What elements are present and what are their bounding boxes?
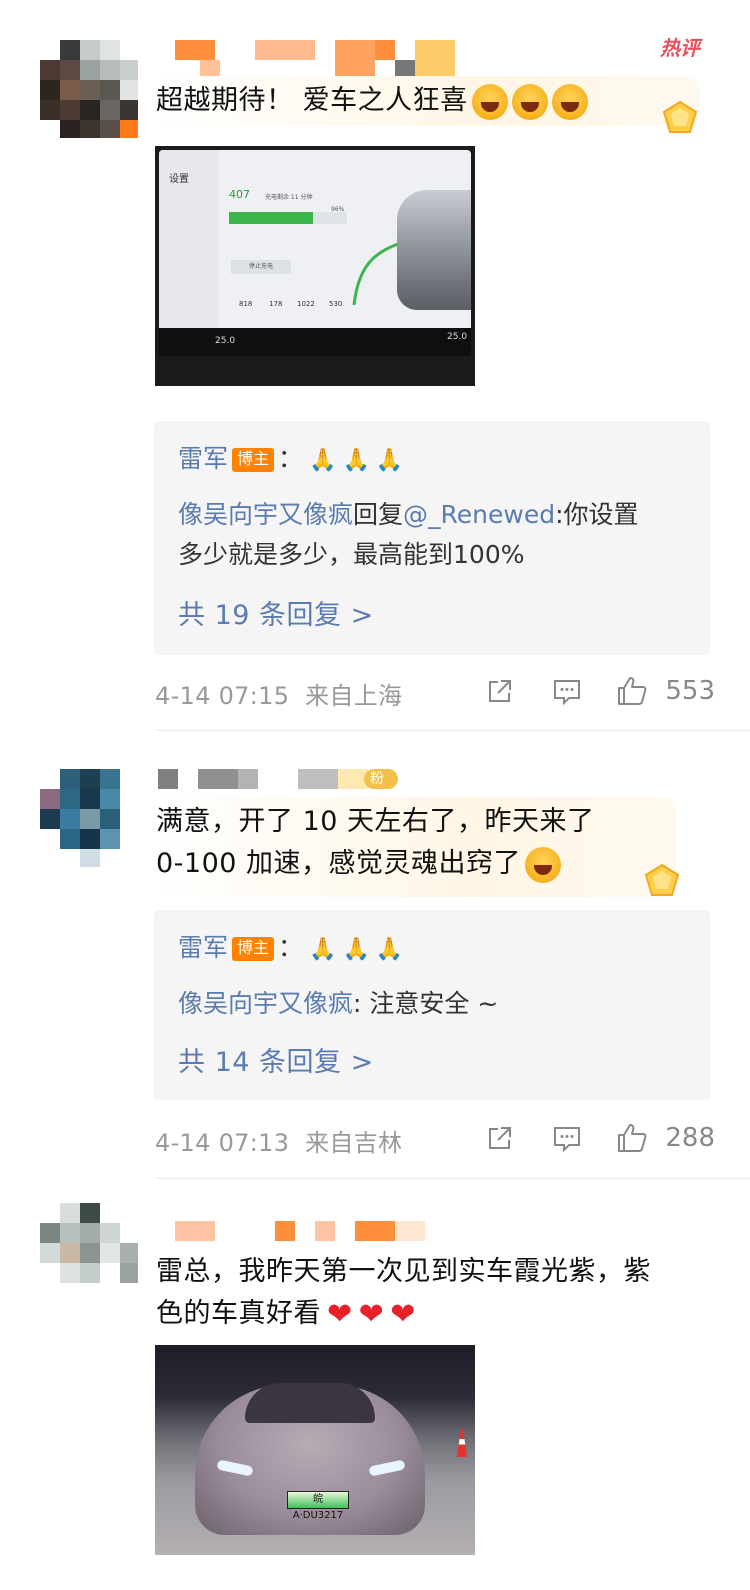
comment-item: 雷总，我昨天第一次见到实车霞光紫，紫 色的车真好看 ❤ ❤ ❤ 皖A·DU3217 xyxy=(0,1179,750,1590)
reply-text: : 注意安全 ~ xyxy=(353,989,499,1018)
reply-action: 回复 xyxy=(353,500,404,529)
reply-mention[interactable]: @_Renewed xyxy=(403,500,555,529)
like-icon[interactable] xyxy=(615,1121,649,1155)
comment-text: 超越期待！ 爱车之人狂喜 xyxy=(156,80,588,122)
more-replies-link[interactable]: 共 19 条回复 > xyxy=(178,593,374,632)
screen-title: 设置 xyxy=(169,174,189,185)
reply-preview-box[interactable]: 雷军 博主： 🙏 🙏 🙏 像吴向宇又像疯: 注意安全 ~ 共 14 条回复 > xyxy=(154,910,710,1100)
reply-text-line: 像吴向宇又像疯: 注意安全 ~ xyxy=(178,984,498,1024)
comment-photo-screen[interactable]: 设置 407 充电剩余 11 分钟 96% 停止充电 818 178 1022 … xyxy=(155,146,475,386)
avatar[interactable] xyxy=(40,769,138,867)
reply-user[interactable]: 像吴向宇又像疯 xyxy=(178,500,353,529)
share-icon[interactable] xyxy=(483,1121,517,1155)
reply-text-line: 像吴向宇又像疯回复@_Renewed:你设置 xyxy=(178,495,639,535)
reply-author[interactable]: 雷军 xyxy=(178,933,228,962)
clap-icon: 🙏 xyxy=(375,937,404,962)
comment-meta: 4-14 07:13 来自吉林 288 xyxy=(155,1119,715,1159)
hot-comment-tag: 热评 xyxy=(660,36,700,60)
temp-right: 25.0 xyxy=(447,332,468,342)
screen-taskbar: 25.0 25.0 xyxy=(159,328,471,356)
comment-text-content: 色的车真好看 xyxy=(156,1298,321,1329)
heart-icon: ❤ xyxy=(358,1296,385,1332)
stop-charge-button: 停止充电 xyxy=(231,260,291,274)
location: 来自上海 xyxy=(305,682,403,710)
screen-charge-text: 充电剩余 11 分钟 xyxy=(265,194,313,201)
comment-text-line: 雷总，我昨天第一次见到实车霞光紫，紫 xyxy=(156,1256,651,1287)
clap-icon: 🙏 xyxy=(342,448,370,473)
comment-icon[interactable] xyxy=(550,1121,584,1155)
reply-header: 雷军 博主： 🙏 🙏 🙏 xyxy=(178,928,403,970)
share-icon[interactable] xyxy=(483,674,517,708)
comment-text: 满意，开了 10 天左右了，昨天来了 0-100 加速，感觉灵魂出窍了 xyxy=(156,801,595,885)
fan-badge: 粉2 xyxy=(364,769,398,807)
screen-stat: 178 xyxy=(269,300,283,308)
clap-icon: 🙏 xyxy=(309,448,337,473)
screen-display: 设置 407 充电剩余 11 分钟 96% 停止充电 818 178 1022 … xyxy=(159,150,471,338)
clap-icon: 🙏 xyxy=(309,937,337,962)
emoji-laugh-icon xyxy=(551,83,588,120)
comment-text-line-2: 色的车真好看 ❤ ❤ ❤ xyxy=(156,1293,651,1336)
screen-stat: 818 xyxy=(239,300,253,308)
gem-badge-icon xyxy=(644,863,680,896)
timestamp: 4-14 07:13 xyxy=(155,1129,290,1157)
emoji-laugh-icon xyxy=(511,83,548,120)
reply-colon: ： xyxy=(278,933,304,962)
comment-text-content: 0-100 加速，感觉灵魂出窍了 xyxy=(156,848,522,879)
heart-icon: ❤ xyxy=(327,1296,353,1332)
comment-item: 热评 超越期待！ 爱车之人狂喜 设置 407 充电剩余 11 分钟 96% 停止… xyxy=(0,0,750,730)
clap-icon: 🙏 xyxy=(342,937,370,962)
emoji-laugh-icon xyxy=(471,83,508,120)
comment-icon[interactable] xyxy=(550,674,584,708)
reply-text-line-2: 多少就是多少，最高能到100% xyxy=(178,540,525,569)
comment-text-content: 超越期待！ 爱车之人狂喜 xyxy=(156,85,468,116)
screen-sidebar xyxy=(159,150,219,338)
avatar[interactable] xyxy=(40,1203,138,1301)
comment-meta: 4-14 07:15 来自上海 553 xyxy=(155,672,715,712)
reply-user[interactable]: 像吴向宇又像疯 xyxy=(178,989,353,1018)
comment-text: 雷总，我昨天第一次见到实车霞光紫，紫 色的车真好看 ❤ ❤ ❤ xyxy=(156,1251,651,1336)
like-icon[interactable] xyxy=(615,674,649,708)
traffic-cone xyxy=(457,1429,467,1457)
timestamp-location: 4-14 07:15 来自上海 xyxy=(155,676,402,711)
car-windshield xyxy=(245,1383,375,1423)
location: 来自吉林 xyxy=(305,1129,403,1157)
reply-author[interactable]: 雷军 xyxy=(178,444,228,473)
timestamp: 4-14 07:15 xyxy=(155,682,290,710)
temp-left: 25.0 xyxy=(215,336,236,346)
car-render xyxy=(397,190,471,310)
comment-photo-car[interactable]: 皖A·DU3217 xyxy=(155,1345,475,1555)
reply-colon: ： xyxy=(278,444,304,473)
screen-stat: 1022 xyxy=(297,300,315,308)
comment-text-line: 满意，开了 10 天左右了，昨天来了 xyxy=(156,806,595,837)
reply-header: 雷军 博主： 🙏 🙏 🙏 xyxy=(178,439,403,481)
screen-range: 407 xyxy=(229,188,250,201)
comment-text-line-2: 0-100 加速，感觉灵魂出窍了 xyxy=(156,843,595,885)
license-plate: 皖A·DU3217 xyxy=(287,1491,349,1521)
author-badge: 博主 xyxy=(232,448,275,472)
emoji-dizzy-icon xyxy=(525,846,562,883)
username-blurred[interactable] xyxy=(160,40,480,78)
heart-icon: ❤ xyxy=(390,1296,416,1332)
screen-stat: 530 xyxy=(329,300,343,308)
reply-text: :你设置 xyxy=(555,500,639,529)
like-count: 553 xyxy=(665,676,715,706)
comment-item: 粉2 满意，开了 10 天左右了，昨天来了 0-100 加速，感觉灵魂出窍了 雷… xyxy=(0,731,750,1181)
avatar[interactable] xyxy=(40,40,138,138)
more-replies-link[interactable]: 共 14 条回复 > xyxy=(178,1040,374,1079)
charge-progress-fill xyxy=(229,212,313,224)
timestamp-location: 4-14 07:13 来自吉林 xyxy=(155,1123,402,1158)
clap-icon: 🙏 xyxy=(375,448,404,473)
reply-preview-box[interactable]: 雷军 博主： 🙏 🙏 🙏 像吴向宇又像疯回复@_Renewed:你设置 多少就是多少，最… xyxy=(154,421,710,655)
author-badge: 博主 xyxy=(232,937,275,961)
gem-badge-icon xyxy=(662,100,698,133)
like-count: 288 xyxy=(665,1123,715,1153)
